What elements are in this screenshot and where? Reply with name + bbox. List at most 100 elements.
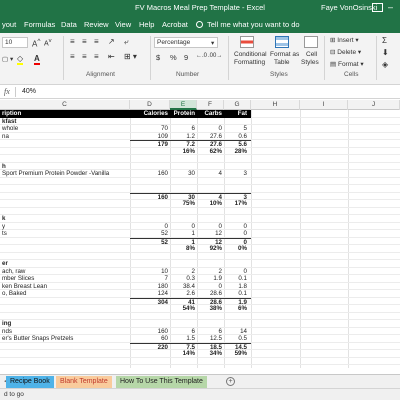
column-header-h[interactable]: H: [251, 100, 300, 110]
tab-data[interactable]: Data: [61, 20, 77, 29]
fat-cell[interactable]: 0%: [224, 245, 251, 253]
carbs-cell[interactable]: 12: [197, 237, 224, 246]
percent-button[interactable]: %: [170, 53, 177, 62]
number-format-select[interactable]: Percentage ▾: [154, 37, 218, 48]
format-button[interactable]: ▤ Format ▾: [330, 60, 364, 68]
protein-cell[interactable]: 75%: [170, 200, 197, 208]
fat-cell[interactable]: 0: [224, 268, 251, 276]
autosum-icon[interactable]: Σ: [382, 36, 387, 45]
protein-cell[interactable]: 41: [170, 297, 197, 306]
description-cell[interactable]: ts: [0, 230, 130, 238]
protein-cell[interactable]: 30: [170, 170, 197, 178]
protein-cell[interactable]: 0.3: [170, 275, 197, 283]
description-cell[interactable]: er's Butter Snaps Pretzels: [0, 335, 130, 343]
description-cell[interactable]: ing: [0, 320, 130, 328]
carbs-cell[interactable]: 1.9: [197, 275, 224, 283]
conditional-formatting-icon[interactable]: [240, 36, 254, 48]
carbs-cell[interactable]: 18.5: [197, 342, 224, 351]
align-center-icon[interactable]: ≡: [82, 52, 87, 61]
calories-cell[interactable]: 60: [130, 335, 170, 343]
calories-cell[interactable]: 52: [130, 230, 170, 238]
tell-me-search[interactable]: Tell me what you want to do: [196, 20, 300, 29]
calories-cell[interactable]: 160: [130, 170, 170, 178]
tab-recipe-book[interactable]: Recipe Book: [6, 376, 54, 388]
insert-button[interactable]: ⊞ Insert ▾: [330, 36, 359, 44]
calories-header[interactable]: Calories: [130, 110, 170, 118]
fat-cell[interactable]: 28%: [224, 148, 251, 156]
styles-label[interactable]: Styles: [301, 59, 319, 66]
format-as-label[interactable]: Format as: [270, 51, 299, 58]
fat-cell[interactable]: 6%: [224, 305, 251, 313]
calories-cell[interactable]: 160: [130, 192, 170, 201]
calories-cell[interactable]: 124: [130, 290, 170, 298]
fat-cell[interactable]: 17%: [224, 200, 251, 208]
formula-input[interactable]: 40%: [22, 88, 36, 95]
fat-cell[interactable]: 0.1: [224, 275, 251, 283]
column-header-g[interactable]: G: [224, 100, 251, 110]
description-cell[interactable]: k: [0, 215, 130, 223]
tab-acrobat[interactable]: Acrobat: [162, 20, 188, 29]
description-cell[interactable]: y: [0, 223, 130, 231]
description-cell[interactable]: er: [0, 260, 130, 268]
column-header-e[interactable]: E: [170, 100, 197, 110]
fat-cell[interactable]: 0.1: [224, 290, 251, 298]
protein-cell[interactable]: 38.4: [170, 283, 197, 291]
column-header-i[interactable]: I: [300, 100, 348, 110]
carbs-cell[interactable]: 92%: [197, 245, 224, 253]
fat-cell[interactable]: 0: [224, 223, 251, 231]
description-cell[interactable]: ken Breast Lean: [0, 283, 130, 291]
decrease-decimal-icon[interactable]: .00→: [208, 53, 222, 59]
protein-cell[interactable]: 1: [170, 230, 197, 238]
carbs-cell[interactable]: 38%: [197, 305, 224, 313]
carbs-cell[interactable]: 27.6: [197, 140, 224, 148]
tab-page-layout[interactable]: yout: [2, 20, 16, 29]
carbs-cell[interactable]: 28.6: [197, 290, 224, 298]
user-name[interactable]: Faye VonOsinski: [321, 3, 377, 12]
carbs-header[interactable]: Carbs: [197, 110, 224, 118]
fat-cell[interactable]: 59%: [224, 350, 251, 358]
calories-cell[interactable]: 220: [130, 342, 170, 351]
calories-cell[interactable]: 7: [130, 275, 170, 283]
decrease-font-icon[interactable]: Av: [44, 38, 52, 47]
table-label[interactable]: Table: [274, 59, 290, 66]
align-right-icon[interactable]: ≡: [94, 52, 99, 61]
protein-cell[interactable]: 2: [170, 268, 197, 276]
description-cell[interactable]: ach, raw: [0, 268, 130, 276]
fill-color-icon[interactable]: ◇: [17, 54, 24, 65]
description-cell[interactable]: Sport Premium Protein Powder -Vanilla: [0, 170, 130, 178]
calories-cell[interactable]: 160: [130, 328, 170, 336]
carbs-cell[interactable]: 0: [197, 223, 224, 231]
fat-header[interactable]: Fat: [224, 110, 251, 118]
column-header-f[interactable]: F: [197, 100, 224, 110]
delete-button[interactable]: ⊟ Delete ▾: [330, 48, 361, 56]
fat-cell[interactable]: 5: [224, 125, 251, 133]
tab-blank-template[interactable]: Blank Template: [56, 376, 112, 388]
protein-cell[interactable]: 8%: [170, 245, 197, 253]
description-cell[interactable]: nds: [0, 328, 130, 336]
borders-icon[interactable]: ▢ ▾: [2, 55, 13, 63]
carbs-cell[interactable]: 6: [197, 328, 224, 336]
protein-cell[interactable]: 14%: [170, 350, 197, 358]
minimize-icon[interactable]: –: [388, 2, 393, 12]
increase-decimal-icon[interactable]: ←.0: [196, 53, 207, 59]
orientation-icon[interactable]: ↗: [108, 37, 115, 46]
fill-icon[interactable]: ⬇: [382, 48, 389, 57]
description-header[interactable]: ription: [0, 110, 130, 118]
carbs-cell[interactable]: 0: [197, 283, 224, 291]
conditional-label[interactable]: Conditional: [234, 51, 267, 58]
description-cell[interactable]: mber Slices: [0, 275, 130, 283]
carbs-cell[interactable]: 0: [197, 125, 224, 133]
description-cell[interactable]: kfast: [0, 118, 130, 126]
ribbon-display-options-icon[interactable]: [372, 3, 383, 12]
description-cell[interactable]: h: [0, 163, 130, 171]
insert-function-icon[interactable]: fx: [4, 87, 10, 96]
fat-cell[interactable]: 3: [224, 170, 251, 178]
calories-cell[interactable]: 0: [130, 223, 170, 231]
worksheet-grid[interactable]: ription Calories Protein Carbs Fat kfast…: [0, 110, 400, 368]
protein-cell[interactable]: 16%: [170, 148, 197, 156]
column-header-c[interactable]: C: [0, 100, 130, 110]
calories-cell[interactable]: 10: [130, 268, 170, 276]
decrease-indent-icon[interactable]: ⇤: [108, 52, 115, 61]
carbs-cell[interactable]: 4: [197, 192, 224, 201]
carbs-cell[interactable]: 28.6: [197, 297, 224, 306]
